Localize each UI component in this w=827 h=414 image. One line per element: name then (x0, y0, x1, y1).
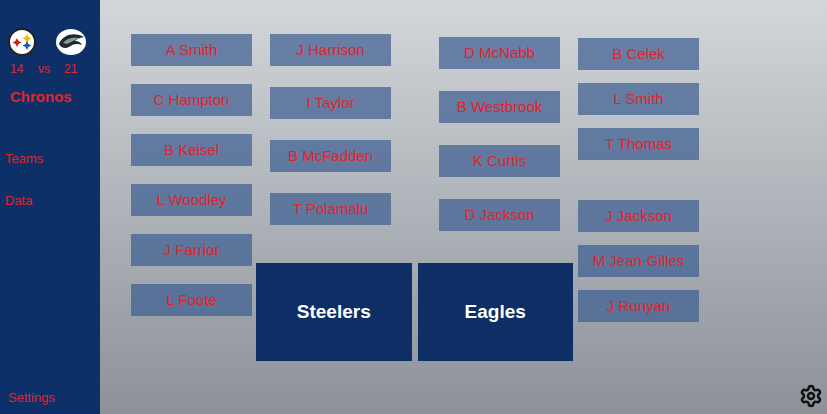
player-button[interactable]: B Westbrook (439, 91, 560, 123)
home-score: 14 (10, 62, 38, 76)
sidebar: 14vs21Chronos Teams Data Settings (0, 0, 100, 414)
eagles-logo-icon (55, 28, 87, 56)
team-buttons: SteelersEagles (256, 263, 573, 361)
player-button[interactable]: L Foote (131, 284, 252, 316)
player-button[interactable]: T Thomas (578, 128, 699, 160)
sidebar-nav: Teams Data (0, 106, 100, 209)
player-column: A Smith C Hampton B Keisel L Woodley J Farri… (131, 0, 252, 414)
player-button[interactable]: A Smith (131, 34, 252, 66)
score-separator: vs (38, 62, 64, 76)
field-view: A Smith C Hampton B Keisel L Woodley J Farri… (100, 0, 827, 414)
player-column: D McNabb B Westbrook K Curtis D Jackson (439, 0, 560, 263)
sidebar-item[interactable]: Teams (5, 151, 100, 167)
player-button[interactable]: D Jackson (439, 199, 560, 231)
player-button[interactable]: D McNabb (439, 37, 560, 69)
player-button[interactable]: B McFadden (270, 140, 391, 172)
app: 14vs21Chronos Teams Data Settings A Smith C H… (0, 0, 827, 414)
team-logos (0, 0, 100, 56)
player-button[interactable]: M Jean-Gilles (578, 245, 699, 277)
player-column: J Harrison I Taylor B McFadden T Polamalu (270, 0, 391, 263)
player-button[interactable]: L Woodley (131, 184, 252, 216)
player-button[interactable]: I Taylor (270, 87, 391, 119)
player-button[interactable]: B Celek (578, 38, 699, 70)
settings-button[interactable] (799, 384, 823, 408)
player-button[interactable]: J Harrison (270, 34, 391, 66)
steelers-logo-icon (8, 28, 36, 56)
away-score: 21 (64, 62, 77, 76)
player-button[interactable]: J Farrior (131, 234, 252, 266)
player-button[interactable]: T Polamalu (270, 193, 391, 225)
sidebar-item[interactable]: Data (5, 193, 100, 209)
player-column: B Celek L Smith T Thomas J Jackson M Jean-Gi… (578, 0, 699, 414)
gear-icon[interactable] (799, 384, 823, 408)
center-columns: J Harrison I Taylor B McFadden T Polamalu D … (256, 0, 573, 263)
player-button[interactable]: B Keisel (131, 134, 252, 166)
app-title: Chronos (0, 76, 100, 106)
player-button[interactable]: K Curtis (439, 145, 560, 177)
player-button[interactable]: J Runyan (578, 290, 699, 322)
player-button[interactable]: L Smith (578, 83, 699, 115)
player-button[interactable]: J Jackson (578, 200, 699, 232)
center-panel: J Harrison I Taylor B McFadden T Polamalu D … (256, 0, 573, 414)
team-button[interactable]: Steelers (256, 263, 412, 361)
player-button[interactable]: C Hampton (131, 84, 252, 116)
settings-link[interactable]: Settings (0, 390, 100, 414)
score: 14vs21 (0, 56, 100, 76)
team-button[interactable]: Eagles (418, 263, 574, 361)
